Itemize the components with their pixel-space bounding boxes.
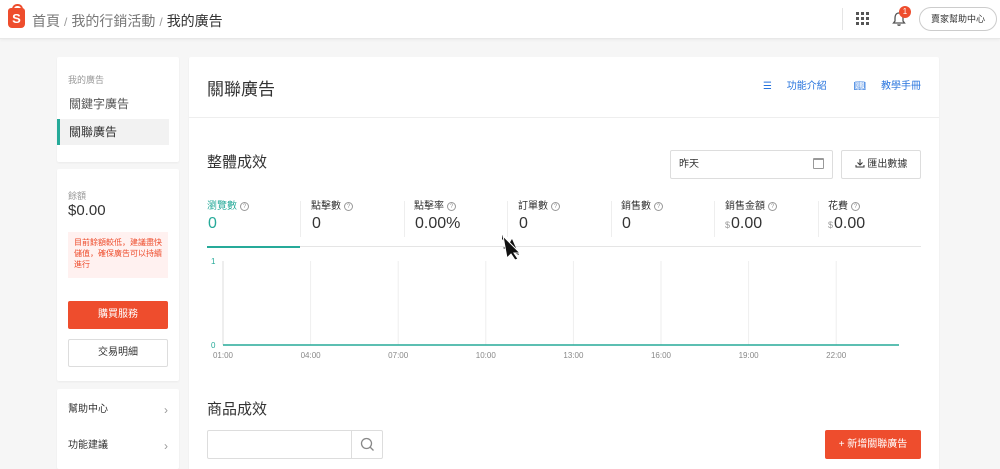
x-tick-label: 01:00 xyxy=(213,351,234,360)
search-icon xyxy=(360,437,374,451)
help-circle-icon[interactable]: ? xyxy=(851,202,860,211)
feature-suggestion-link[interactable]: 功能建議 › xyxy=(68,431,168,461)
page-title: 關聯廣告 xyxy=(207,80,275,99)
book-icon: 📖︎ xyxy=(853,81,867,92)
add-related-ad-button[interactable]: + 新增關聯廣告 xyxy=(825,430,921,459)
balance-value: $0.00 xyxy=(68,202,106,219)
main-panel: 關聯廣告 ☰ 功能介紹 📖︎ 教學手冊 整體成效 昨天 匯出數據 瀏覽數? 0 … xyxy=(189,57,939,469)
metric-divider xyxy=(507,201,508,237)
metric-divider xyxy=(611,201,612,237)
help-center-button[interactable]: 賣家幫助中心 xyxy=(919,7,997,31)
overall-performance-title: 整體成效 xyxy=(207,154,268,171)
export-data-button[interactable]: 匯出數據 xyxy=(841,150,921,179)
help-circle-icon[interactable]: ? xyxy=(344,202,353,211)
metric-divider xyxy=(818,201,819,237)
chevron-right-icon: › xyxy=(164,403,168,417)
x-tick-label: 22:00 xyxy=(826,351,847,360)
x-tick-label: 04:00 xyxy=(301,351,322,360)
x-tick-label: 07:00 xyxy=(388,351,409,360)
metric-clicks[interactable]: 點擊數? 0 xyxy=(311,197,413,247)
y-tick-label: 1 xyxy=(211,257,216,266)
apps-grid-icon[interactable] xyxy=(856,12,870,26)
help-circle-icon[interactable]: ? xyxy=(240,202,249,211)
low-balance-warning: 目前餘額較低，建議盡快儲值，確保廣告可以持續進行 xyxy=(68,232,168,278)
shopee-logo-icon[interactable]: S xyxy=(8,4,25,28)
x-tick-label: 13:00 xyxy=(563,351,584,360)
sidebar-item-related-ads[interactable]: 關聯廣告 xyxy=(57,119,169,145)
download-icon xyxy=(855,159,865,168)
balance-card: 餘額 $0.00 目前餘額較低，建議盡快儲值，確保廣告可以持續進行 購買服務 交… xyxy=(57,169,179,381)
breadcrumb-home[interactable]: 首頁 xyxy=(32,13,60,29)
help-circle-icon[interactable]: ? xyxy=(447,202,456,211)
y-tick-label: 0 xyxy=(211,341,216,350)
date-picker[interactable]: 昨天 xyxy=(670,150,833,179)
transactions-button[interactable]: 交易明細 xyxy=(68,339,168,367)
metric-divider xyxy=(300,201,301,237)
tutorial-link[interactable]: 📖︎ 教學手冊 xyxy=(842,81,921,92)
cursor-arrow-icon xyxy=(502,234,522,261)
top-bar: S 首頁 / 我的行銷活動 / 我的廣告 1 賣家幫助中心 xyxy=(0,0,1000,39)
metric-impressions[interactable]: 瀏覽數? 0 xyxy=(207,197,309,248)
breadcrumb-current: 我的廣告 xyxy=(166,13,223,29)
performance-line-chart: 1 001:00 04:00 07:00 10:00 13:00 16:00 19:00 22:… xyxy=(211,257,899,360)
search-field[interactable] xyxy=(208,431,352,458)
sidebar-links-card: 幫助中心 › 功能建議 › xyxy=(57,389,179,469)
metric-divider xyxy=(404,201,405,237)
x-tick-label: 16:00 xyxy=(651,351,672,360)
x-tick-label: 19:00 xyxy=(739,351,760,360)
sidebar-heading: 我的廣告 xyxy=(68,75,105,85)
sidebar-nav-card: 我的廣告 關鍵字廣告 關聯廣告 xyxy=(57,57,179,162)
breadcrumb: 首頁 / 我的行銷活動 / 我的廣告 xyxy=(32,13,223,29)
header-links: ☰ 功能介紹 📖︎ 教學手冊 xyxy=(739,77,921,92)
metric-divider xyxy=(714,201,715,237)
help-center-link[interactable]: 幫助中心 › xyxy=(68,395,168,425)
list-icon: ☰ xyxy=(762,81,772,92)
product-performance-title: 商品成效 xyxy=(207,401,268,418)
metric-orders[interactable]: 訂單數? 0 xyxy=(518,197,620,247)
header-divider xyxy=(842,8,843,30)
title-divider xyxy=(189,117,939,118)
chevron-right-icon: › xyxy=(164,439,168,453)
notification-badge: 1 xyxy=(899,6,911,18)
help-circle-icon[interactable]: ? xyxy=(654,202,663,211)
buy-service-button[interactable]: 購買服務 xyxy=(68,301,168,329)
search-button[interactable] xyxy=(351,431,382,458)
balance-label: 餘額 xyxy=(68,191,87,201)
product-search-input[interactable] xyxy=(207,430,383,459)
feature-intro-link[interactable]: ☰ 功能介紹 xyxy=(751,81,827,92)
calendar-icon xyxy=(813,158,824,169)
x-tick-label: 10:00 xyxy=(476,351,497,360)
metric-spend[interactable]: 花費? $0.00 xyxy=(828,197,930,247)
help-circle-icon[interactable]: ? xyxy=(768,202,777,211)
metric-items-sold[interactable]: 銷售數? 0 xyxy=(621,197,723,247)
sidebar-item-keyword-ads[interactable]: 關鍵字廣告 xyxy=(57,91,169,117)
help-circle-icon[interactable]: ? xyxy=(551,202,560,211)
metric-sales-amount[interactable]: 銷售金額? $0.00 xyxy=(725,197,827,247)
breadcrumb-marketing[interactable]: 我的行銷活動 xyxy=(71,13,155,29)
metrics-row: 瀏覽數? 0 點擊數? 0 點擊率? 0.00% 訂單數? 0 銷售數? 0 銷… xyxy=(207,197,921,248)
